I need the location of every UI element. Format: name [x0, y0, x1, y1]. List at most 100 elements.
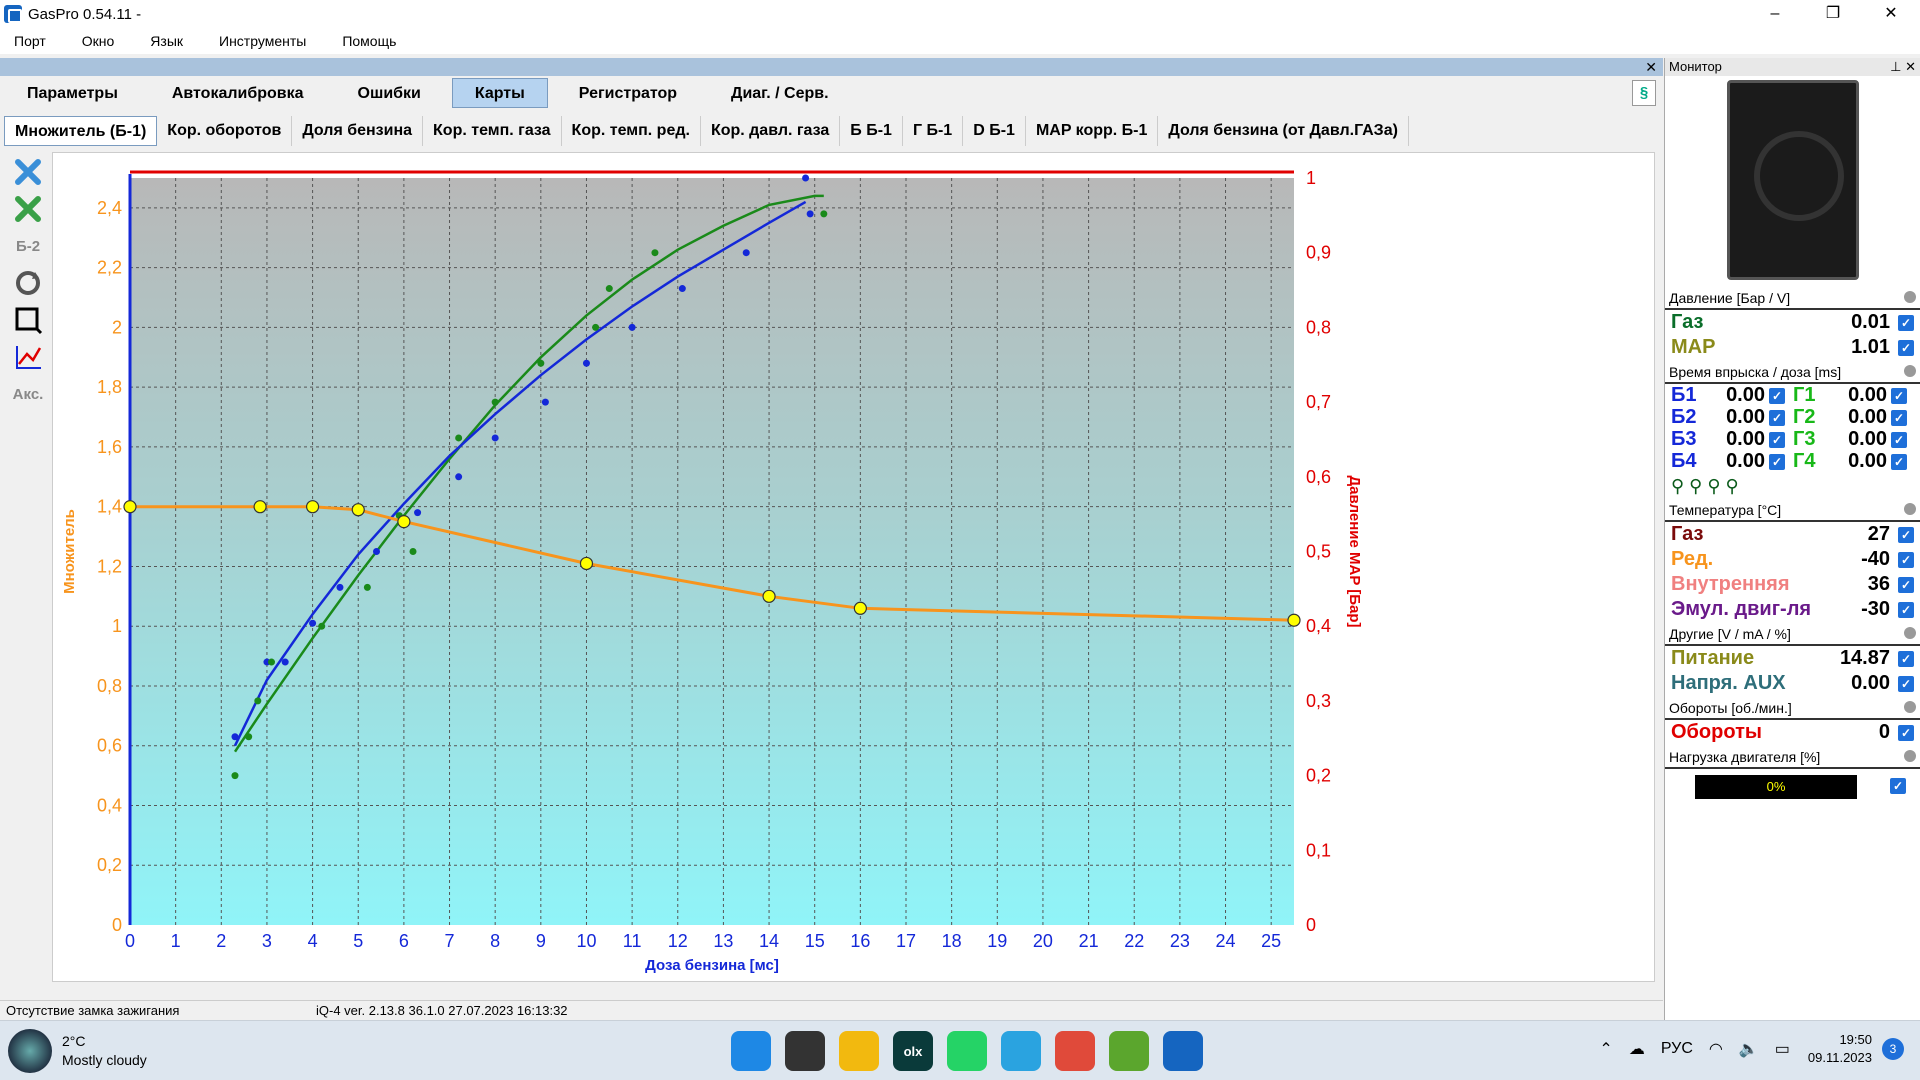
- tab-map-5[interactable]: Кор. давл. газа: [701, 116, 841, 146]
- temp-0-checkbox[interactable]: ✓: [1898, 526, 1914, 543]
- tab-main-5[interactable]: Диаг. / Серв.: [708, 78, 851, 108]
- settings-icon[interactable]: [1904, 291, 1916, 303]
- cloud-icon[interactable]: ☁: [1629, 1039, 1645, 1059]
- other-1-checkbox[interactable]: ✓: [1898, 675, 1914, 692]
- petrol-injector-checkbox[interactable]: ✓: [1769, 387, 1785, 404]
- petrol-injector-label: Б2: [1671, 406, 1697, 428]
- tab-map-9[interactable]: MAP корр. Б-1: [1026, 116, 1159, 146]
- wifi-icon[interactable]: ◠: [1709, 1039, 1723, 1059]
- tab-main-2[interactable]: Ошибки: [335, 78, 444, 108]
- tab-map-10[interactable]: Доля бензина (от Давл.ГАЗа): [1158, 116, 1409, 146]
- multiplier-point[interactable]: [579, 556, 594, 571]
- other-1-value: 0.00: [1851, 672, 1890, 694]
- load-checkbox[interactable]: ✓: [1890, 778, 1906, 794]
- temp-3-checkbox[interactable]: ✓: [1898, 601, 1914, 618]
- x-tick-label: 8: [490, 931, 500, 951]
- system-tray: ⌃ ☁ РУС ◠ 🔈 ▭ 19:50 09.11.2023 3: [1591, 1031, 1904, 1067]
- tab-map-6[interactable]: Б Б-1: [840, 116, 903, 146]
- tab-map-8[interactable]: D Б-1: [963, 116, 1026, 146]
- pressure-1-checkbox[interactable]: ✓: [1898, 339, 1914, 356]
- petrol-injector-checkbox[interactable]: ✓: [1769, 431, 1785, 448]
- tab-map-3[interactable]: Кор. темп. газа: [423, 116, 562, 146]
- menu-tools[interactable]: Инструменты: [219, 33, 306, 49]
- menu-help[interactable]: Помощь: [342, 33, 396, 49]
- tab-map-7[interactable]: Г Б-1: [903, 116, 964, 146]
- tab-main-4[interactable]: Регистратор: [556, 78, 700, 108]
- battery-icon[interactable]: ▭: [1775, 1039, 1790, 1059]
- gas-injector-checkbox[interactable]: ✓: [1891, 431, 1907, 448]
- petrol-injector-checkbox[interactable]: ✓: [1769, 409, 1785, 426]
- tab-map-1[interactable]: Кор. оборотов: [157, 116, 293, 146]
- blue-data-point: [541, 398, 549, 406]
- tab-main-1[interactable]: Автокалибровка: [149, 78, 327, 108]
- x-tick-label: 0: [125, 931, 135, 951]
- x-tick-label: 14: [759, 931, 779, 951]
- temp-1-checkbox[interactable]: ✓: [1898, 551, 1914, 568]
- tab-map-4[interactable]: Кор. темп. ред.: [562, 116, 701, 146]
- gas-injector-checkbox[interactable]: ✓: [1891, 409, 1907, 426]
- language-indicator[interactable]: РУС: [1661, 1040, 1693, 1058]
- minimize-button[interactable]: –: [1746, 0, 1804, 28]
- tab-main-0[interactable]: Параметры: [4, 78, 141, 108]
- close-button[interactable]: ✕: [1862, 0, 1920, 28]
- accel-button[interactable]: Акс.: [10, 377, 46, 411]
- notification-badge[interactable]: 3: [1882, 1038, 1904, 1060]
- utorrent-icon[interactable]: [1109, 1031, 1149, 1071]
- green-data-point: [651, 249, 659, 257]
- multiplier-point[interactable]: [397, 515, 411, 529]
- settings-icon[interactable]: [1904, 750, 1916, 762]
- chevron-up-icon[interactable]: ⌃: [1599, 1039, 1612, 1059]
- multiplier-point[interactable]: [762, 589, 776, 603]
- reset-x-icon[interactable]: [10, 192, 46, 226]
- multiplier-point[interactable]: [1287, 613, 1301, 627]
- tab-map-2[interactable]: Доля бензина: [292, 116, 424, 146]
- windows-start-icon[interactable]: [731, 1031, 771, 1071]
- settings-icon[interactable]: [1904, 627, 1916, 639]
- menu-port[interactable]: Порт: [14, 33, 46, 49]
- task-view-icon[interactable]: [785, 1031, 825, 1071]
- restore-button[interactable]: ❐: [1804, 0, 1862, 28]
- multiplier-point[interactable]: [253, 500, 267, 514]
- tab-map-0[interactable]: Множитель (Б-1): [4, 116, 158, 146]
- close-icon[interactable]: ✕: [1645, 58, 1657, 76]
- chrome-icon[interactable]: [1055, 1031, 1095, 1071]
- petrol-injector-checkbox[interactable]: ✓: [1769, 453, 1785, 470]
- rpm-checkbox[interactable]: ✓: [1898, 724, 1914, 741]
- temp-2-checkbox[interactable]: ✓: [1898, 576, 1914, 593]
- weather-widget[interactable]: 2°C Mostly cloudy: [8, 1029, 147, 1073]
- tab-main-3[interactable]: Карты: [451, 78, 548, 108]
- cancel-x-icon[interactable]: [10, 155, 46, 189]
- gas-injector-value: 0.00: [1848, 406, 1887, 428]
- multiplier-point[interactable]: [305, 500, 320, 514]
- whatsapp-icon[interactable]: [947, 1031, 987, 1071]
- menu-language[interactable]: Язык: [150, 33, 183, 49]
- refresh-icon[interactable]: [10, 266, 46, 300]
- green-data-point: [363, 583, 371, 591]
- multiplier-point[interactable]: [351, 503, 365, 517]
- telegram-icon[interactable]: [1001, 1031, 1041, 1071]
- multiplier-point[interactable]: [853, 601, 867, 615]
- clock[interactable]: 19:50 09.11.2023: [1808, 1031, 1872, 1067]
- pin-close-icon[interactable]: ⊥ ✕: [1890, 58, 1916, 76]
- menu-window[interactable]: Окно: [82, 33, 115, 49]
- gaspro-icon[interactable]: [1163, 1031, 1203, 1071]
- multiplier-point[interactable]: [123, 500, 137, 514]
- bank2-button[interactable]: Б-2: [10, 229, 46, 263]
- multiplier-chart[interactable]: 0 1 2 3 4 5 6 7 8 9 10 11 12 13 14 15 16 17 18 19 20 21 22 23 24…: [52, 152, 1655, 982]
- other-0-row: Питание 14.87 ✓: [1665, 646, 1920, 671]
- settings-icon[interactable]: [1904, 365, 1916, 377]
- file-explorer-icon[interactable]: [839, 1031, 879, 1071]
- graph-icon[interactable]: [10, 340, 46, 374]
- gas-injector-checkbox[interactable]: ✓: [1891, 453, 1907, 470]
- settings-icon[interactable]: [1904, 503, 1916, 515]
- help-icon[interactable]: §: [1632, 80, 1656, 106]
- x-tick-label: 16: [850, 931, 870, 951]
- blue-data-point: [802, 174, 810, 182]
- frame-icon[interactable]: [10, 303, 46, 337]
- gas-injector-checkbox[interactable]: ✓: [1891, 387, 1907, 404]
- pressure-0-checkbox[interactable]: ✓: [1898, 314, 1914, 331]
- olx-icon[interactable]: olx: [893, 1031, 933, 1071]
- settings-icon[interactable]: [1904, 701, 1916, 713]
- other-0-checkbox[interactable]: ✓: [1898, 650, 1914, 667]
- volume-icon[interactable]: 🔈: [1739, 1039, 1759, 1059]
